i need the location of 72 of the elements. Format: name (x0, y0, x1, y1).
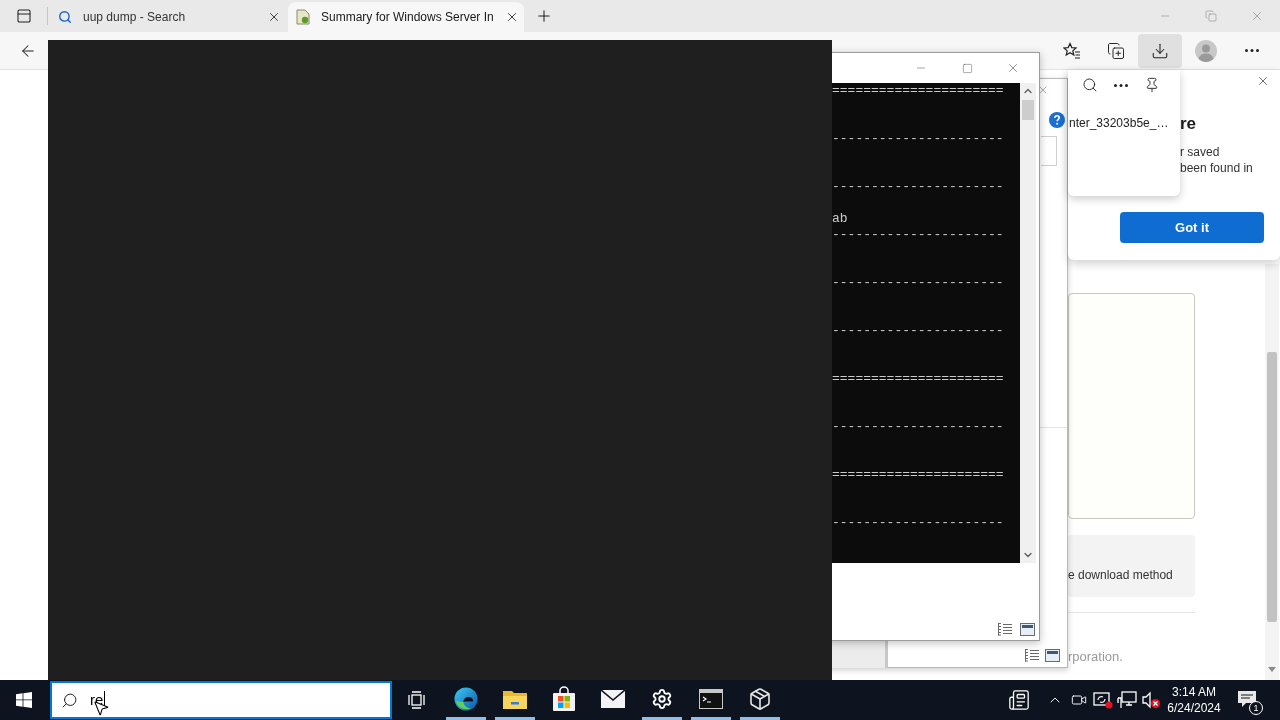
collections-icon (1107, 41, 1125, 60)
clock-time: 3:14 AM (1172, 684, 1216, 700)
close-icon (1250, 9, 1264, 23)
plus-icon (535, 7, 553, 25)
search-icon (61, 691, 78, 709)
camera-icon (1071, 692, 1087, 708)
footer-text: rporation. (1068, 649, 1124, 665)
console-line: ---------------------- (832, 227, 1004, 243)
downloads-button[interactable] (1138, 33, 1182, 68)
task-view-icon (407, 691, 426, 709)
settings-icon (650, 687, 673, 710)
close-tab-icon[interactable] (505, 10, 519, 24)
preview-view-icon (1045, 648, 1060, 662)
tab-title: uup dump - Search (83, 9, 187, 26)
pin-icon[interactable] (1144, 77, 1160, 93)
console-line: ---------------------- (832, 131, 1004, 147)
tab-actions-icon[interactable] (15, 8, 32, 24)
package-icon (747, 686, 772, 711)
scrollbar-thumb[interactable] (1267, 352, 1277, 622)
notifications-button[interactable]: 1 (1228, 680, 1268, 720)
scroll-down-icon[interactable] (1268, 667, 1276, 672)
console-line: ---------------------- (832, 275, 1004, 291)
window-edge-panel (832, 641, 888, 668)
console-line: ====================== (832, 83, 1004, 99)
search-icon[interactable] (1082, 77, 1098, 93)
more-icon (1245, 49, 1259, 52)
console-line: ---------------------- (832, 419, 1004, 435)
text-field[interactable] (1041, 136, 1057, 166)
close-tab-icon[interactable] (267, 10, 281, 24)
envelope-icon (600, 689, 625, 708)
search-favicon-icon (58, 10, 72, 24)
callout-title: re (1180, 113, 1198, 135)
favorites-star-icon (1063, 41, 1081, 60)
mouse-pointer-icon (92, 699, 110, 717)
details-view-icon (1024, 648, 1040, 662)
got-it-button[interactable]: Got it (1120, 212, 1264, 243)
close-icon[interactable] (1037, 84, 1049, 96)
edge-logo-icon (453, 686, 478, 711)
page-favicon-icon (296, 9, 310, 25)
terminal-icon (698, 688, 723, 709)
details-view-icon (997, 622, 1013, 636)
card-text: e download method (1068, 567, 1174, 583)
muted-speaker-icon (1141, 691, 1161, 709)
more-icon[interactable] (1114, 83, 1128, 87)
store-bag-icon (551, 685, 576, 712)
notification-count: 1 (1249, 701, 1263, 715)
scrollbar-thumb[interactable] (1022, 100, 1034, 120)
newspaper-icon (1008, 689, 1030, 711)
console-line: ---------------------- (832, 323, 1004, 339)
browser-tab[interactable]: Summary for Windows Server In (288, 2, 524, 32)
console-line: ---------------------- (832, 515, 1004, 531)
display-alert-icon (1093, 691, 1113, 709)
preview-view-icon (1020, 623, 1035, 636)
console-line: ---------------------- (832, 179, 1004, 195)
console-line: ab (832, 211, 848, 227)
console-line: ====================== (832, 467, 1004, 483)
callout-text: r saved (1180, 144, 1221, 160)
clock-date: 6/24/2024 (1167, 700, 1221, 716)
tab-title: Summary for Windows Server In (321, 9, 494, 26)
maximize-icon (961, 62, 973, 74)
profile-avatar-icon (1195, 39, 1217, 62)
download-file-name[interactable]: nter_33203b5e_… (1068, 115, 1180, 131)
windows-logo-icon (16, 692, 32, 708)
download-icon (1151, 41, 1169, 60)
clock-button[interactable]: 3:14 AM 6/24/2024 (1163, 680, 1225, 720)
console-line: ====================== (832, 371, 1004, 387)
restore-icon (1205, 10, 1217, 22)
wired-network-icon (1117, 691, 1137, 709)
help-icon[interactable] (1049, 112, 1065, 128)
close-icon (1006, 61, 1020, 75)
callout-text: been found in (1180, 160, 1254, 176)
close-icon[interactable] (1256, 74, 1270, 88)
